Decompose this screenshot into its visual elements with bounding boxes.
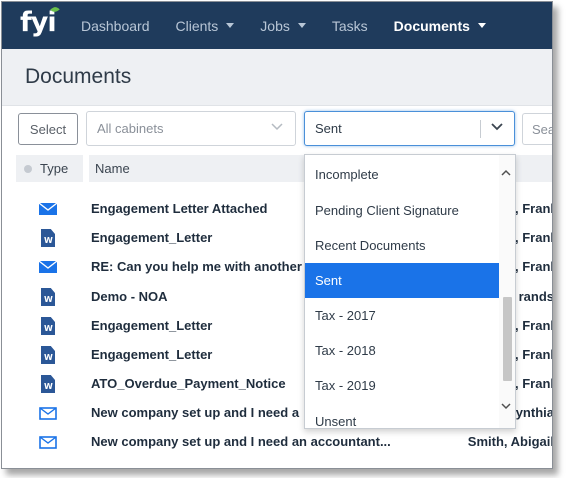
dropdown-scrollbar[interactable] bbox=[499, 155, 515, 428]
option-sent[interactable]: Sent bbox=[305, 263, 501, 298]
filter-options-list: Incomplete Pending Client Signature Rece… bbox=[304, 154, 516, 429]
nav-documents[interactable]: Documents bbox=[381, 2, 499, 49]
option-incomplete[interactable]: Incomplete bbox=[305, 157, 501, 192]
document-name[interactable]: Engagement_Letter bbox=[91, 230, 212, 245]
client-name: Smith, Abigail bbox=[467, 434, 553, 449]
top-navbar: fyi Dashboard Clients Jobs Tasks Documen… bbox=[2, 2, 552, 49]
option-tax-2019[interactable]: Tax - 2019 bbox=[305, 368, 501, 403]
document-name[interactable]: Engagement_Letter bbox=[91, 318, 212, 333]
caret-down-icon bbox=[297, 23, 306, 28]
nav-clients-label: Clients bbox=[175, 17, 219, 34]
word-doc-icon: W bbox=[39, 317, 57, 335]
nav-jobs[interactable]: Jobs bbox=[247, 2, 319, 49]
scroll-thumb[interactable] bbox=[503, 297, 512, 381]
nav-documents-label: Documents bbox=[393, 17, 470, 34]
document-name[interactable]: Demo - NOA bbox=[91, 289, 168, 304]
nav-tasks-label: Tasks bbox=[331, 17, 368, 34]
table-row[interactable]: New company set up and I need an account… bbox=[2, 428, 552, 457]
document-name[interactable]: Engagement Letter Attached bbox=[91, 201, 268, 216]
caret-down-icon bbox=[477, 23, 486, 28]
page-header: Documents bbox=[2, 49, 552, 106]
chevron-down-icon bbox=[271, 123, 283, 131]
email-outline-icon bbox=[39, 407, 57, 420]
nav-dashboard[interactable]: Dashboard bbox=[68, 2, 163, 49]
option-pending-client-signature[interactable]: Pending Client Signature bbox=[305, 193, 501, 228]
nav-clients[interactable]: Clients bbox=[163, 2, 248, 49]
cabinets-dropdown[interactable]: All cabinets bbox=[86, 111, 296, 146]
search-input[interactable]: Sea bbox=[522, 113, 553, 145]
column-header-type[interactable]: Type bbox=[16, 155, 83, 182]
chevron-down-icon[interactable] bbox=[490, 122, 504, 132]
email-outline-icon bbox=[39, 436, 57, 449]
word-doc-icon: W bbox=[39, 375, 57, 393]
sort-dot-icon bbox=[24, 164, 32, 173]
document-name[interactable]: RE: Can you help me with another bbox=[91, 259, 302, 274]
document-name[interactable]: ATO_Overdue_Payment_Notice bbox=[91, 376, 286, 391]
email-icon bbox=[39, 202, 57, 215]
filter-value: Sent bbox=[315, 121, 342, 136]
fyi-logo[interactable]: fyi bbox=[2, 2, 68, 49]
filter-dropdown[interactable]: Sent bbox=[304, 111, 515, 146]
word-doc-icon: W bbox=[39, 288, 57, 306]
option-recent-documents[interactable]: Recent Documents bbox=[305, 228, 501, 263]
email-icon bbox=[39, 260, 57, 273]
option-unsent[interactable]: Unsent bbox=[305, 404, 501, 428]
document-name[interactable]: Engagement_Letter bbox=[91, 347, 212, 362]
column-header-name-label: Name bbox=[95, 161, 130, 176]
app-window: fyi Dashboard Clients Jobs Tasks Documen… bbox=[1, 1, 553, 469]
nav-dashboard-label: Dashboard bbox=[81, 17, 150, 34]
page-title: Documents bbox=[25, 65, 132, 88]
dropdown-separator bbox=[480, 120, 481, 138]
select-button[interactable]: Select bbox=[18, 113, 78, 145]
document-name[interactable]: New company set up and I need an account… bbox=[91, 434, 391, 449]
word-doc-icon: W bbox=[39, 346, 57, 364]
caret-down-icon bbox=[226, 23, 235, 28]
search-placeholder: Sea bbox=[532, 121, 553, 137]
logo-text: fyi bbox=[20, 7, 57, 38]
nav-jobs-label: Jobs bbox=[260, 17, 290, 34]
option-tax-2017[interactable]: Tax - 2017 bbox=[305, 298, 501, 333]
toolbar: Select All cabinets Sent Sea bbox=[2, 106, 552, 152]
document-name[interactable]: New company set up and I need a bbox=[91, 405, 299, 420]
cabinets-value: All cabinets bbox=[97, 121, 164, 136]
column-header-type-label: Type bbox=[40, 161, 69, 176]
word-doc-icon: W bbox=[39, 229, 57, 247]
option-tax-2018[interactable]: Tax - 2018 bbox=[305, 333, 501, 368]
scroll-down-icon[interactable] bbox=[501, 402, 511, 410]
nav-tasks[interactable]: Tasks bbox=[319, 2, 381, 49]
scroll-up-icon[interactable] bbox=[501, 169, 511, 177]
